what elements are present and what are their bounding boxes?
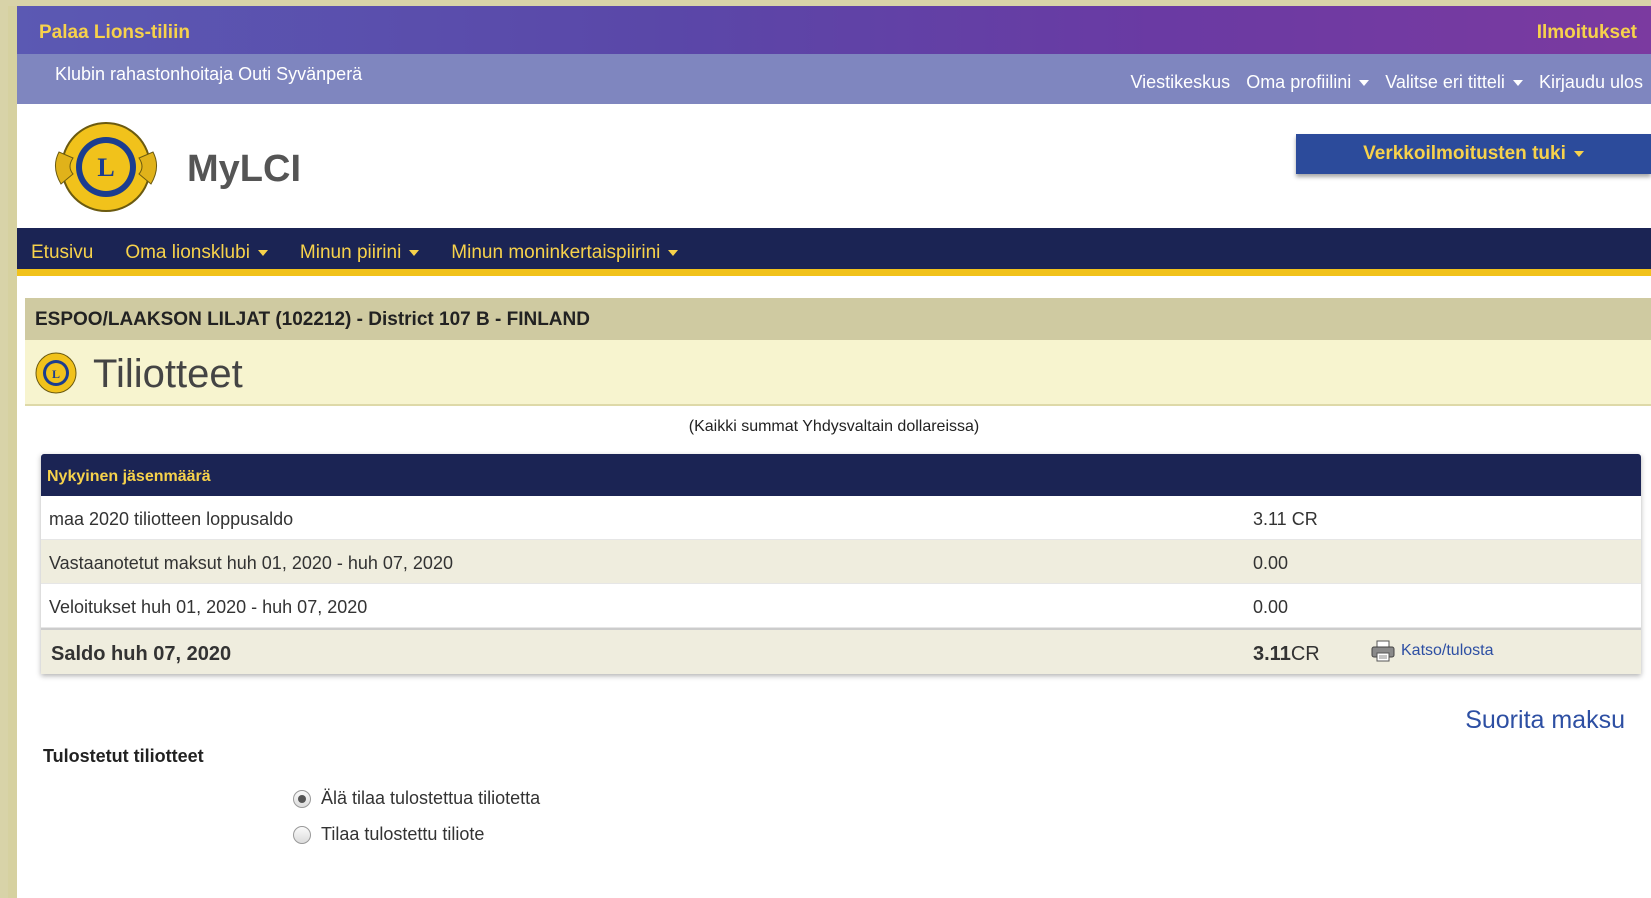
main-nav: Etusivu Oma lionsklubi Minun piirini Min… xyxy=(17,228,1651,276)
svg-text:L: L xyxy=(97,153,114,182)
view-print-label: Katso/tulosta xyxy=(1401,642,1494,659)
select-title-menu[interactable]: Valitse eri titteli xyxy=(1385,72,1523,93)
support-label: Verkkoilmoitusten tuki xyxy=(1363,143,1566,164)
chevron-down-icon xyxy=(1359,80,1370,87)
make-payment-link[interactable]: Suorita maksu xyxy=(1465,706,1625,735)
row-value: 0.00 xyxy=(1253,597,1289,617)
chevron-down-icon xyxy=(1512,80,1523,87)
page-title: Tiliotteet xyxy=(93,352,243,396)
radio-button[interactable] xyxy=(293,825,311,844)
top-bar: Palaa Lions-tiliin Ilmoitukset xyxy=(17,6,1651,54)
view-print-link[interactable]: Katso/tulosta xyxy=(1371,640,1494,662)
radio-no-printed-statement[interactable]: Älä tilaa tulostettua tiliotetta xyxy=(293,788,540,809)
statement-table: Nykyinen jäsenmäärä maa 2020 tiliotteen … xyxy=(41,454,1641,674)
nav-my-club[interactable]: Oma lionsklubi xyxy=(125,242,268,264)
svg-text:L: L xyxy=(52,367,60,381)
back-to-lions-account-link[interactable]: Palaa Lions-tiliin xyxy=(39,22,190,44)
club-breadcrumb: ESPOO/LAAKSON LILJAT (102212) - District… xyxy=(25,298,1651,340)
select-title-label: Valitse eri titteli xyxy=(1385,72,1505,92)
balance-value: 3.11CR xyxy=(1253,643,1320,666)
notifications-link[interactable]: Ilmoitukset xyxy=(1537,22,1637,44)
radio-label: Älä tilaa tulostettua tiliotetta xyxy=(321,788,541,808)
club-line: ESPOO/LAAKSON LILJAT (102212) - District… xyxy=(35,309,590,330)
message-center-link[interactable]: Viestikeskus xyxy=(1130,72,1230,93)
nav-my-multiple-district[interactable]: Minun moninkertaispiirini xyxy=(451,242,679,264)
table-row: maa 2020 tiliotteen loppusaldo 3.11 CR xyxy=(41,496,1641,540)
brand-header: L MyLCI Verkkoilmoitusten tuki xyxy=(17,104,1651,228)
balance-amount: 3.11 xyxy=(1253,643,1291,665)
printed-statements-heading: Tulostetut tiliotteet xyxy=(43,746,204,766)
radio-button-selected[interactable] xyxy=(293,789,311,808)
logout-link[interactable]: Kirjaudu ulos xyxy=(1539,72,1643,93)
balance-row: Saldo huh 07, 2020 3.11CR Katso/tulosta xyxy=(41,628,1641,674)
printer-icon xyxy=(1371,640,1395,662)
my-profile-menu[interactable]: Oma profiilini xyxy=(1246,72,1370,93)
chevron-down-icon xyxy=(668,249,679,256)
row-label: maa 2020 tiliotteen loppusaldo xyxy=(49,509,294,529)
user-bar: Klubin rahastonhoitaja Outi Syvänperä Vi… xyxy=(17,54,1651,104)
statement-header: Nykyinen jäsenmäärä xyxy=(41,454,1641,496)
row-value: 3.11 CR xyxy=(1253,509,1318,529)
online-reporting-support-button[interactable]: Verkkoilmoitusten tuki xyxy=(1296,134,1651,174)
radio-label: Tilaa tulostettu tiliote xyxy=(321,824,485,844)
chevron-down-icon xyxy=(1573,151,1584,157)
radio-order-printed-statement[interactable]: Tilaa tulostettu tiliote xyxy=(293,824,484,845)
chevron-down-icon xyxy=(409,249,420,256)
balance-label: Saldo huh 07, 2020 xyxy=(51,643,232,665)
page-frame: Palaa Lions-tiliin Ilmoitukset Klubin ra… xyxy=(8,6,1651,898)
page-title-bar: L Tiliotteet xyxy=(25,340,1651,406)
lions-logo-icon: L xyxy=(55,122,157,212)
nav-my-district[interactable]: Minun piirini xyxy=(299,242,420,264)
nav-home[interactable]: Etusivu xyxy=(31,242,93,264)
table-row: Vastaanotetut maksut huh 01, 2020 - huh … xyxy=(41,540,1641,584)
nav-my-district-label: Minun piirini xyxy=(299,242,402,263)
table-row: Veloitukset huh 01, 2020 - huh 07, 2020 … xyxy=(41,584,1641,628)
app-name: MyLCI xyxy=(187,148,301,190)
nav-my-club-label: Oma lionsklubi xyxy=(125,242,250,263)
chevron-down-icon xyxy=(257,249,268,256)
user-links: Viestikeskus Oma profiilini Valitse eri … xyxy=(1130,72,1643,93)
lions-logo-icon: L xyxy=(35,352,77,394)
row-label: Veloitukset huh 01, 2020 - huh 07, 2020 xyxy=(49,597,368,617)
row-value: 0.00 xyxy=(1253,553,1289,573)
user-role: Klubin rahastonhoitaja Outi Syvänperä xyxy=(55,64,363,84)
currency-note: (Kaikki summat Yhdysvaltain dollareissa) xyxy=(688,418,980,435)
row-label: Vastaanotetut maksut huh 01, 2020 - huh … xyxy=(49,553,453,573)
balance-suffix: CR xyxy=(1290,643,1320,665)
my-profile-label: Oma profiilini xyxy=(1246,72,1352,92)
nav-my-multiple-district-label: Minun moninkertaispiirini xyxy=(451,242,661,263)
